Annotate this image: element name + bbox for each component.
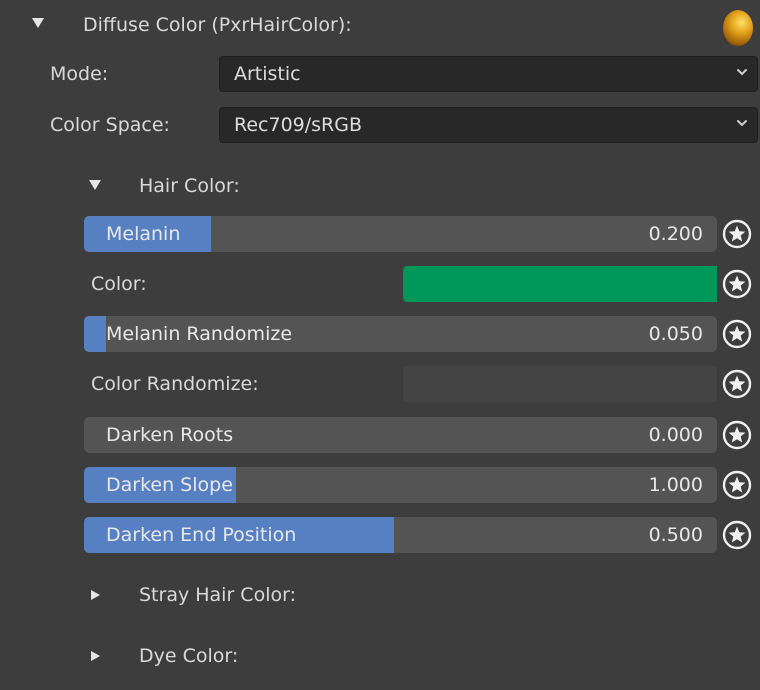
diffuse-color-title: Diffuse Color (PxrHairColor): (83, 14, 352, 36)
color-swatch[interactable] (403, 266, 717, 302)
star-link-icon[interactable] (721, 268, 753, 300)
color-space-value: Rec709/sRGB (234, 114, 363, 136)
sphere-preview-icon[interactable] (723, 10, 753, 46)
darken-end-position-value: 0.500 (648, 524, 703, 546)
stray-hair-color-title: Stray Hair Color: (139, 584, 296, 606)
melanin-randomize-slider[interactable]: Melanin Randomize 0.050 (84, 316, 717, 352)
melanin-randomize-value: 0.050 (648, 323, 703, 345)
melanin-slider[interactable]: Melanin 0.200 (84, 216, 717, 252)
triangle-down-icon[interactable] (32, 18, 44, 28)
darken-end-position-row: Darken End Position 0.500 (6, 517, 760, 553)
triangle-down-icon[interactable] (89, 180, 101, 190)
melanin-label: Melanin (106, 223, 181, 245)
star-link-icon[interactable] (721, 519, 753, 551)
melanin-randomize-label: Melanin Randomize (106, 323, 293, 345)
mode-dropdown[interactable]: Artistic (219, 56, 758, 92)
diffuse-color-header[interactable]: Diffuse Color (PxrHairColor): (6, 4, 760, 46)
chevron-down-icon (737, 120, 747, 127)
hair-diffuse-panel: Diffuse Color (PxrHairColor): Mode: Arti… (6, 0, 760, 690)
darken-roots-value: 0.000 (648, 424, 703, 446)
darken-slope-row: Darken Slope 1.000 (6, 467, 760, 503)
star-link-icon[interactable] (721, 469, 753, 501)
darken-end-position-label: Darken End Position (106, 524, 297, 546)
darken-roots-row: Darken Roots 0.000 (6, 417, 760, 453)
darken-roots-label: Darken Roots (106, 424, 234, 446)
hair-color-header[interactable]: Hair Color: (6, 168, 760, 204)
melanin-value: 0.200 (648, 223, 703, 245)
color-row: Color: (6, 266, 760, 302)
color-space-label: Color Space: (50, 114, 170, 136)
melanin-randomize-fill (84, 316, 107, 352)
triangle-right-icon[interactable] (91, 590, 100, 600)
mode-row: Mode: Artistic (6, 56, 760, 92)
color-randomize-row: Color Randomize: (6, 366, 760, 402)
star-link-icon[interactable] (721, 419, 753, 451)
star-link-icon[interactable] (721, 318, 753, 350)
melanin-randomize-row: Melanin Randomize 0.050 (6, 316, 760, 352)
color-randomize-label: Color Randomize: (91, 373, 259, 395)
darken-slope-label: Darken Slope (106, 474, 233, 496)
color-label: Color: (91, 273, 147, 295)
melanin-row: Melanin 0.200 (6, 216, 760, 252)
dye-color-title: Dye Color: (139, 645, 239, 667)
mode-label: Mode: (50, 63, 109, 85)
darken-roots-slider[interactable]: Darken Roots 0.000 (84, 417, 717, 453)
darken-end-position-slider[interactable]: Darken End Position 0.500 (84, 517, 717, 553)
star-link-icon[interactable] (721, 218, 753, 250)
darken-slope-value: 1.000 (648, 474, 703, 496)
mode-value: Artistic (234, 63, 301, 85)
dye-color-header[interactable]: Dye Color: (6, 638, 760, 674)
star-link-icon[interactable] (721, 368, 753, 400)
color-randomize-field[interactable] (403, 366, 717, 402)
stray-hair-color-header[interactable]: Stray Hair Color: (6, 577, 760, 613)
chevron-down-icon (737, 69, 747, 76)
darken-slope-slider[interactable]: Darken Slope 1.000 (84, 467, 717, 503)
color-space-dropdown[interactable]: Rec709/sRGB (219, 107, 758, 143)
color-space-row: Color Space: Rec709/sRGB (6, 107, 760, 143)
hair-color-title: Hair Color: (139, 175, 240, 197)
triangle-right-icon[interactable] (91, 651, 100, 661)
